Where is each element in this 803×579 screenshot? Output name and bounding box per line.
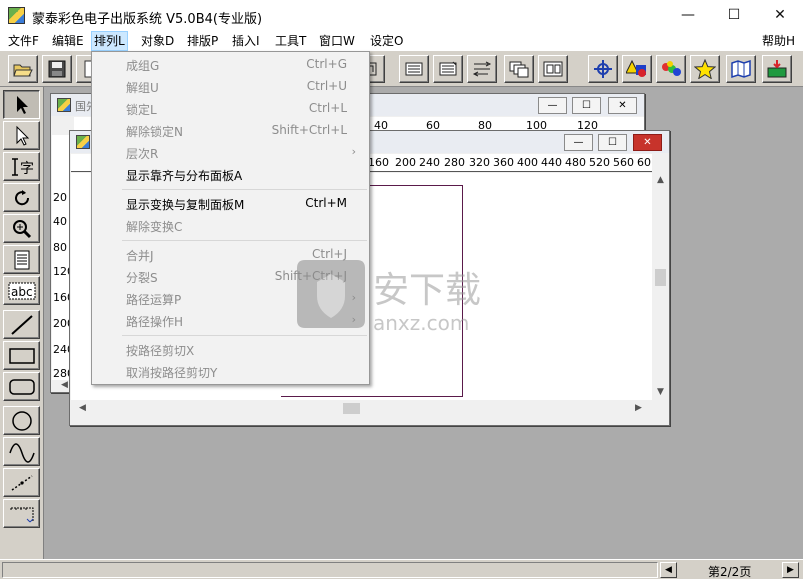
menu-arrange[interactable]: 排列L [91,31,128,51]
status-panel [2,562,658,578]
status-bar: ◀ 第2/2页 ▶ [0,559,803,579]
color-palette-icon[interactable] [656,55,686,83]
previous-page-button[interactable]: ◀ [660,562,677,578]
ruler-tick: 60 [637,156,651,169]
menu-file[interactable]: 文件F [6,31,41,51]
color-shapes-icon[interactable] [622,55,652,83]
ruler-tick: 20 [53,191,67,204]
ruler-tick: 520 [589,156,610,169]
scroll-left-arrow[interactable]: ◀ [75,401,90,416]
menu-item-align-distribute-panel[interactable]: 显示靠齐与分布面板A [93,163,368,185]
svg-text:字: 字 [20,161,34,177]
menu-item-transform-copy-panel[interactable]: 显示变换与复制面板M Ctrl+M [93,192,368,214]
menu-item-cancel-clip-by-path[interactable]: 取消按路径剪切Y [93,360,368,382]
menu-settings[interactable]: 设定O [368,31,405,51]
rotate-icon[interactable] [3,183,40,212]
page-indicator: 第2/2页 [708,565,752,579]
import-image-icon[interactable] [762,55,792,83]
minimize-button[interactable]: — [665,0,711,31]
curve-tool-icon[interactable] [3,437,40,466]
back-maximize-button[interactable]: ☐ [572,97,601,114]
title-bar: 蒙泰彩色电子出版系统 V5.0B4(专业版) — ☐ ✕ [0,0,803,31]
menu-layout[interactable]: 排版P [185,31,220,51]
tool-palette: 字 abc [0,87,44,559]
front-vertical-scrollbar[interactable]: ▲ ▼ [653,173,668,400]
menu-item-clip-by-path[interactable]: 按路径剪切X [93,338,368,360]
star-icon[interactable] [690,55,720,83]
menu-window[interactable]: 窗口W [317,31,357,51]
vertical-scroll-thumb[interactable] [655,269,666,286]
back-minimize-button[interactable]: — [538,97,567,114]
menu-insert[interactable]: 插入I [230,31,262,51]
ruler-tick: 480 [565,156,586,169]
menu-bar: 文件F 编辑E 排列L 对象D 排版P 插入I 工具T 窗口W 设定O 帮助H [0,31,803,51]
text-link-icon[interactable] [467,55,497,83]
watermark-text: 安下载 [373,270,481,311]
menu-tools[interactable]: 工具T [273,31,308,51]
table-tool-icon[interactable] [3,499,40,528]
map-icon[interactable] [726,55,756,83]
layers-icon[interactable] [504,55,534,83]
move-crosshair-icon[interactable] [588,55,618,83]
app-icon [8,7,25,24]
menu-help[interactable]: 帮助H [760,31,797,51]
save-icon[interactable] [42,55,72,83]
window-title: 蒙泰彩色电子出版系统 V5.0B4(专业版) [32,12,263,27]
ruler-tick: 320 [469,156,490,169]
ruler-tick: 200 [395,156,416,169]
text-flow-right-icon[interactable] [433,55,463,83]
document-icon [57,98,71,112]
menu-separator [122,240,367,241]
watermark-logo: 安下载 anxz.com [293,258,513,338]
rounded-rectangle-tool-icon[interactable] [3,372,40,401]
watermark-subtext: anxz.com [373,311,469,335]
ruler-tick: 560 [613,156,634,169]
menu-object[interactable]: 对象D [139,31,176,51]
front-minimize-button[interactable]: — [564,134,593,151]
node-select-icon[interactable] [3,121,40,150]
dotted-line-tool-icon[interactable] [3,468,40,497]
menu-item-order[interactable]: 层次R › [93,141,368,163]
close-button[interactable]: ✕ [757,0,803,31]
submenu-arrow-icon: › [351,145,356,158]
scroll-up-arrow[interactable]: ▲ [653,173,668,188]
group-frames-icon[interactable] [538,55,568,83]
ruler-tick: 360 [493,156,514,169]
front-close-button[interactable]: ✕ [633,134,662,151]
text-tool-icon[interactable]: 字 [3,152,40,181]
menu-item-ungroup[interactable]: 解组U Ctrl+U [93,75,368,97]
maximize-button[interactable]: ☐ [711,0,757,31]
ellipse-tool-icon[interactable] [3,406,40,435]
abc-text-icon[interactable]: abc [3,276,40,305]
document-icon [76,135,90,149]
next-page-button[interactable]: ▶ [782,562,799,578]
ruler-tick: 240 [419,156,440,169]
text-flow-left-icon[interactable] [399,55,429,83]
rectangle-tool-icon[interactable] [3,341,40,370]
scroll-down-arrow[interactable]: ▼ [653,385,668,400]
menu-item-lock[interactable]: 锁定L Ctrl+L [93,97,368,119]
menu-edit[interactable]: 编辑E [50,31,86,51]
ruler-tick: 160 [368,156,389,169]
menu-separator [122,189,367,190]
ruler-tick: 440 [541,156,562,169]
menu-item-group[interactable]: 成组G Ctrl+G [93,53,368,75]
text-frame-icon[interactable] [3,245,40,274]
horizontal-scroll-thumb[interactable] [343,403,360,414]
ruler-tick: 400 [517,156,538,169]
menu-item-unlock[interactable]: 解除锁定N Shift+Ctrl+L [93,119,368,141]
line-tool-icon[interactable] [3,310,40,339]
ruler-tick: 40 [53,215,67,228]
front-maximize-button[interactable]: ☐ [598,134,627,151]
scroll-right-arrow[interactable]: ▶ [631,401,646,416]
ruler-tick: 280 [444,156,465,169]
zoom-icon[interactable] [3,214,40,243]
select-arrow-icon[interactable] [3,90,40,119]
ruler-tick: 80 [53,241,67,254]
open-file-icon[interactable] [8,55,38,83]
menu-item-clear-transform[interactable]: 解除变换C [93,214,368,236]
back-close-button[interactable]: ✕ [608,97,637,114]
svg-text:abc: abc [11,285,33,299]
front-horizontal-scrollbar[interactable]: ◀ ▶ [71,401,653,416]
